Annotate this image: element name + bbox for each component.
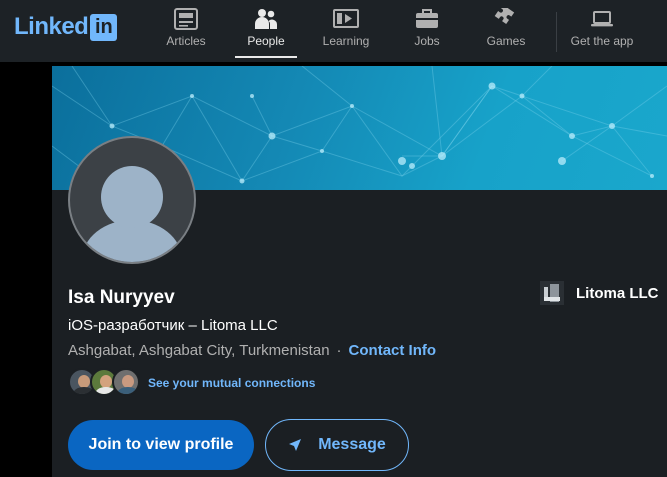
nav-label: Articles — [166, 34, 206, 48]
send-icon — [288, 438, 302, 452]
connection-avatar — [112, 368, 140, 396]
nav-label: Jobs — [414, 34, 440, 48]
games-icon — [493, 6, 519, 32]
jobs-icon — [414, 6, 440, 32]
mutual-connections[interactable]: See your mutual connections — [68, 368, 315, 398]
avatar-head — [101, 166, 163, 228]
nav-divider — [556, 12, 557, 52]
company-logo-icon — [540, 281, 564, 305]
separator-dot: · — [336, 342, 342, 359]
people-icon — [253, 6, 279, 32]
articles-icon — [173, 6, 199, 32]
join-to-view-profile-button[interactable]: Join to view profile — [68, 420, 254, 470]
current-company[interactable]: Litoma LLC — [540, 281, 659, 305]
nav-label: Get the app — [570, 34, 634, 48]
nav-label: Games — [486, 34, 526, 48]
profile-name: Isa Nuryyev — [68, 287, 175, 308]
nav-item-articles[interactable]: Articles — [160, 6, 212, 54]
linkedin-logo[interactable]: Linked in — [14, 12, 118, 42]
nav-item-jobs[interactable]: Jobs — [409, 6, 445, 54]
message-button[interactable]: Message — [265, 419, 409, 471]
message-label: Message — [318, 436, 386, 453]
nav-item-games[interactable]: Games — [485, 6, 527, 54]
location-row: Ashgabat, Ashgabat City, Turkmenistan · … — [68, 342, 436, 359]
mutual-connections-link[interactable]: See your mutual connections — [148, 376, 315, 390]
logo-text: Linked — [14, 13, 89, 40]
company-name: Litoma LLC — [576, 284, 659, 302]
learning-icon — [333, 6, 359, 32]
profile-page: Litoma LLC Isa Nuryyev iOS-разработчик –… — [0, 62, 667, 477]
nav-item-learning[interactable]: Learning — [318, 6, 374, 54]
laptop-icon — [589, 6, 615, 32]
profile-headline: iOS-разработчик – Litoma LLC — [68, 317, 278, 334]
profile-avatar — [68, 136, 196, 264]
top-nav: Linked in Articles People Learning Jobs … — [0, 0, 667, 62]
contact-info-link[interactable]: Contact Info — [349, 342, 437, 359]
nav-label: Learning — [322, 34, 370, 48]
mutual-connection-avatars — [68, 368, 140, 398]
nav-item-people[interactable]: People — [235, 6, 297, 58]
get-app-link[interactable]: Get the app — [570, 6, 634, 54]
nav-label: People — [247, 34, 285, 48]
profile-location: Ashgabat, Ashgabat City, Turkmenistan — [68, 342, 330, 359]
logo-box: in — [90, 13, 118, 41]
profile-card: Litoma LLC Isa Nuryyev iOS-разработчик –… — [52, 66, 667, 477]
